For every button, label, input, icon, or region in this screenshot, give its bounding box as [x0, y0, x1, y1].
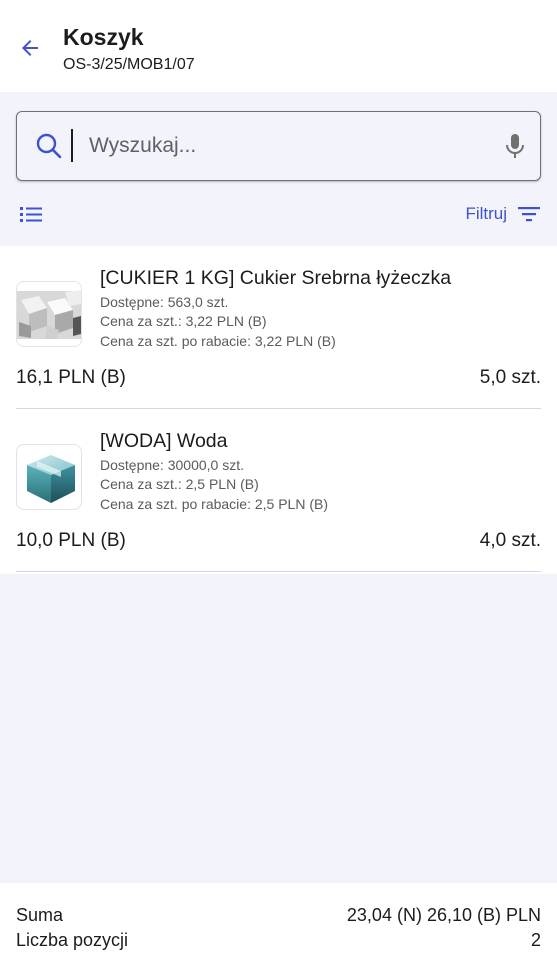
- search-input[interactable]: [89, 122, 489, 170]
- item-price: Cena za szt.: 3,22 PLN (B): [100, 313, 267, 329]
- item-quantity[interactable]: 5,0 szt.: [480, 367, 541, 389]
- item-available: Dostępne: 30000,0 szt.: [100, 457, 244, 473]
- item-price: Cena za szt.: 2,5 PLN (B): [100, 476, 259, 492]
- item-count-value: 2: [530, 930, 541, 950]
- arrow-left-icon: [22, 40, 38, 56]
- sum-label: Suma: [16, 905, 64, 925]
- item-name: [WODA] Woda: [100, 430, 228, 452]
- item-total: 10,0 PLN (B): [16, 530, 126, 551]
- search-icon: [36, 133, 62, 159]
- item-quantity[interactable]: 4,0 szt.: [480, 530, 541, 552]
- list-view-icon[interactable]: [18, 202, 44, 226]
- back-button[interactable]: [14, 32, 46, 64]
- item-available: Dostępne: 563,0 szt.: [100, 294, 229, 310]
- document-number: OS-3/25/MOB1/07: [63, 56, 195, 73]
- cart-summary: Suma 23,04 (N) 26,10 (B) PLN Liczba pozy…: [0, 883, 557, 969]
- search-box[interactable]: [16, 111, 541, 181]
- search-toolbar: Filtruj: [0, 92, 557, 246]
- list-item[interactable]: [WODA] Woda Dostępne: 30000,0 szt. Cena …: [16, 409, 541, 572]
- item-name: [CUKIER 1 KG] Cukier Srebrna łyżeczka: [100, 267, 452, 289]
- item-price-discount: Cena za szt. po rabacie: 2,5 PLN (B): [100, 496, 328, 512]
- sugar-cubes-image: [16, 281, 82, 347]
- filter-label: Filtruj: [465, 204, 507, 223]
- filter-icon: [518, 207, 540, 222]
- app-header: Koszyk OS-3/25/MOB1/07: [0, 0, 557, 92]
- box-image: [16, 444, 82, 510]
- item-count-label: Liczba pozycji: [16, 930, 129, 950]
- page-title: Koszyk: [63, 24, 144, 50]
- microphone-icon[interactable]: [502, 132, 528, 160]
- cart-list: [CUKIER 1 KG] Cukier Srebrna łyżeczka Do…: [0, 246, 557, 574]
- filter-button[interactable]: Filtruj: [465, 200, 541, 228]
- search-divider: [71, 129, 73, 162]
- sum-value: 23,04 (N) 26,10 (B) PLN: [346, 905, 541, 925]
- list-item[interactable]: [CUKIER 1 KG] Cukier Srebrna łyżeczka Do…: [16, 246, 541, 409]
- item-total: 16,1 PLN (B): [16, 367, 126, 388]
- item-price-discount: Cena za szt. po rabacie: 3,22 PLN (B): [100, 333, 336, 349]
